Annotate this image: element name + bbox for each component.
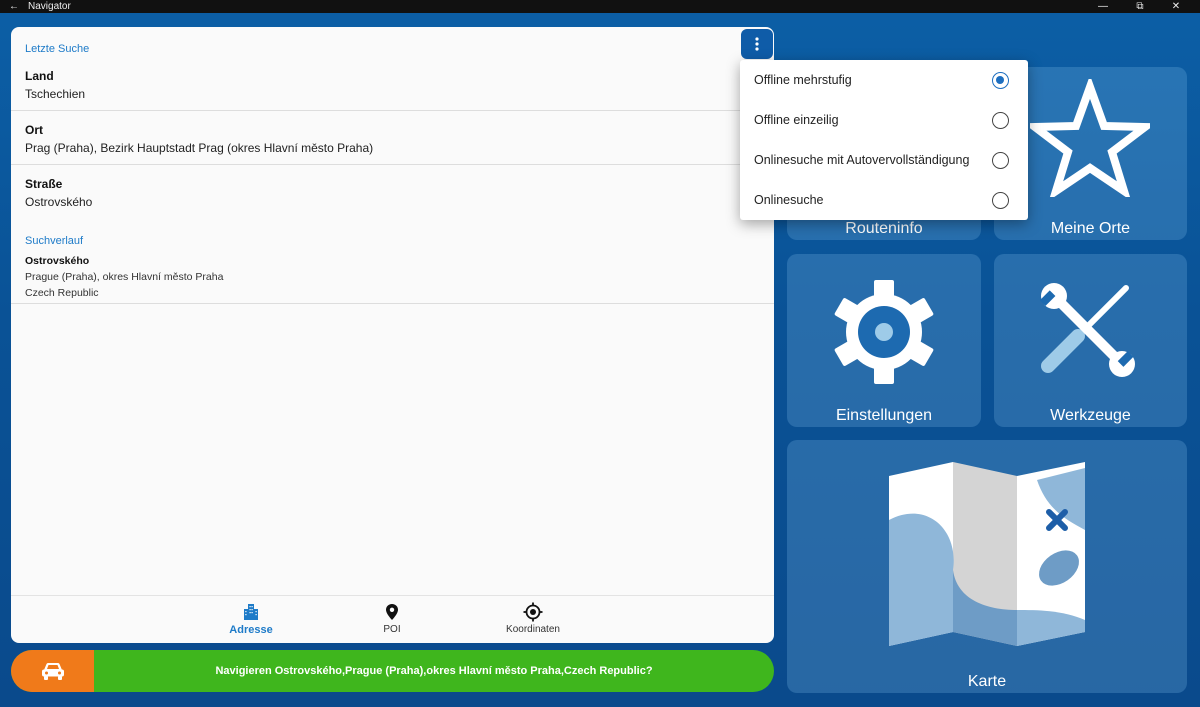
radio-unselected[interactable] [992, 112, 1009, 129]
history-item-name: Ostrovského [25, 255, 90, 267]
kebab-menu-icon [755, 37, 759, 51]
tile-settings[interactable]: Einstellungen [787, 254, 981, 427]
recent-search-title: Letzte Suche [25, 43, 90, 55]
window-title: Navigator [28, 1, 71, 12]
menu-option-label: Offline mehrstufig [754, 73, 852, 87]
history-item-line: Czech Republic [25, 287, 99, 299]
menu-option-label: Offline einzeilig [754, 113, 839, 127]
tab-label: Adresse [229, 624, 273, 636]
divider [11, 303, 774, 304]
menu-option-offline-multistep[interactable]: Offline mehrstufig [740, 60, 1028, 100]
navigate-prompt[interactable]: Navigieren Ostrovského,Prague (Praha),ok… [94, 650, 774, 692]
radio-unselected[interactable] [992, 192, 1009, 209]
field-label: Straße [25, 177, 63, 191]
search-panel: Letzte Suche Land Tschechien Ort Prag (P… [11, 27, 774, 643]
field-value: Tschechien [25, 87, 86, 101]
menu-option-label: Onlinesuche mit Autovervollständigung [754, 153, 970, 167]
radio-unselected[interactable] [992, 152, 1009, 169]
star-icon [1030, 79, 1150, 197]
tile-label: Einstellungen [835, 407, 933, 424]
field-label: Ort [25, 123, 43, 137]
search-history-title: Suchverlauf [25, 235, 84, 247]
tile-label: Karte [967, 673, 1007, 690]
gear-icon [834, 280, 934, 384]
tile-map[interactable]: Karte [787, 440, 1187, 693]
building-icon [244, 604, 258, 620]
tile-label: Meine Orte [1050, 220, 1131, 237]
close-button[interactable]: ✕ [1158, 0, 1194, 13]
tile-label: Werkzeuge [1050, 407, 1131, 424]
tab-label: Koordinaten [506, 624, 560, 635]
map-pin-icon [386, 604, 398, 620]
menu-option-online-search[interactable]: Onlinesuche [740, 180, 1028, 220]
restore-button[interactable]: ⧉ [1122, 0, 1158, 13]
search-mode-menu: Offline mehrstufig Offline einzeilig Onl… [740, 60, 1028, 220]
crosshair-icon [523, 602, 543, 622]
field-value: Ostrovského [25, 195, 93, 209]
back-arrow-icon[interactable]: ← [0, 1, 28, 12]
radio-selected[interactable] [992, 72, 1009, 89]
tools-icon [1039, 283, 1135, 377]
tile-label: Routeninfo [845, 220, 923, 237]
more-options-button[interactable] [741, 29, 773, 59]
menu-option-online-autocomplete[interactable]: Onlinesuche mit Autovervollständigung [740, 140, 1028, 180]
car-icon [41, 663, 64, 680]
navigate-bar[interactable]: Navigieren Ostrovského,Prague (Praha),ok… [11, 650, 774, 692]
tab-label: POI [383, 624, 401, 635]
menu-option-offline-single-line[interactable]: Offline einzeilig [740, 100, 1028, 140]
car-button[interactable] [11, 650, 94, 692]
field-label: Land [25, 69, 54, 83]
tab-coordinates[interactable]: Koordinaten [483, 602, 583, 635]
bottom-tab-bar: Adresse POI Koordinaten [11, 595, 774, 643]
field-value: Prag (Praha), Bezirk Hauptstadt Prag (ok… [25, 141, 374, 155]
tab-address[interactable]: Adresse [201, 602, 301, 636]
folded-map-icon [889, 462, 1085, 646]
menu-option-label: Onlinesuche [754, 193, 824, 207]
minimize-button[interactable]: — [1085, 0, 1121, 13]
title-bar: ← Navigator — ⧉ ✕ [0, 0, 1200, 13]
tab-poi[interactable]: POI [342, 602, 442, 635]
divider [11, 164, 774, 165]
history-item-line: Prague (Praha), okres Hlavní město Praha [25, 271, 224, 283]
tile-tools[interactable]: Werkzeuge [994, 254, 1187, 427]
divider [11, 110, 774, 111]
